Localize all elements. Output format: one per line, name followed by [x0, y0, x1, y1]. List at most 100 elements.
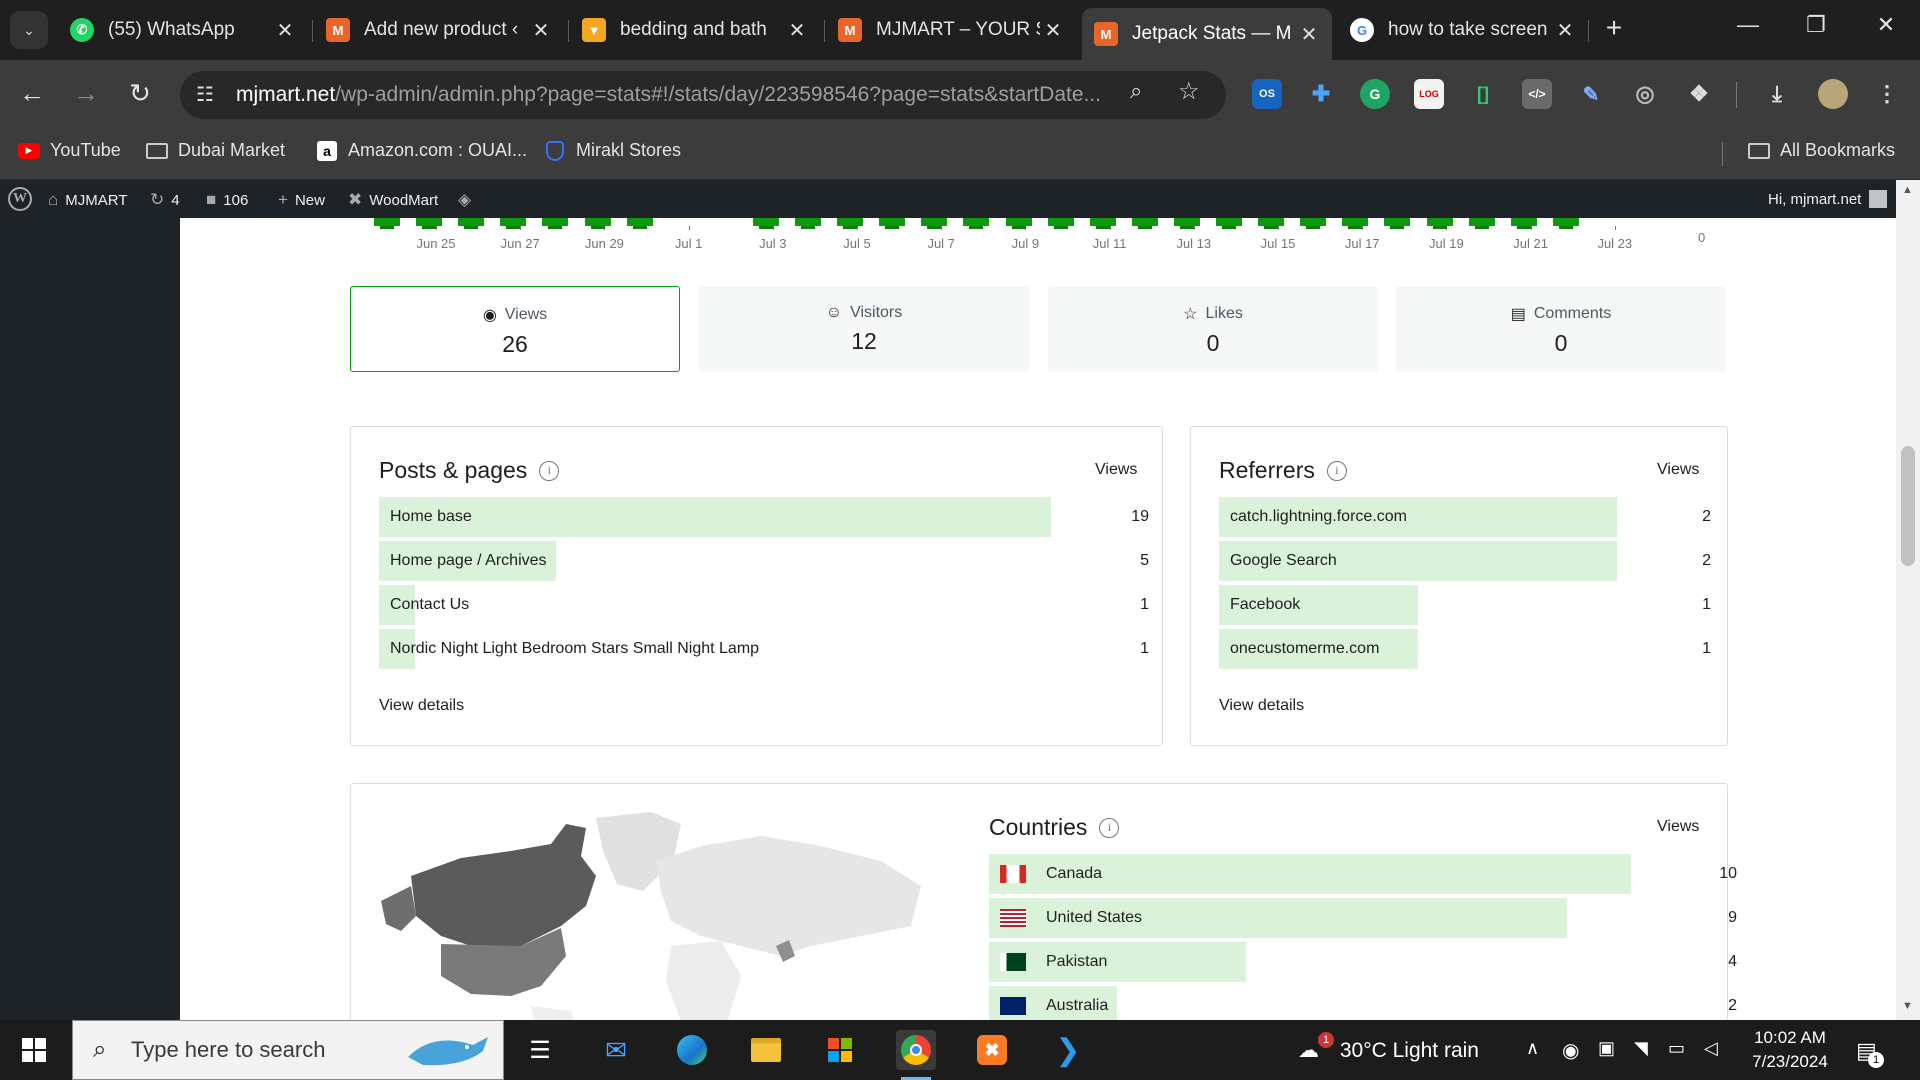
grammar-icon[interactable]: G	[1360, 79, 1390, 109]
chart-bar[interactable]	[458, 218, 485, 229]
chart-bar[interactable]	[1047, 218, 1074, 229]
list-item[interactable]: Google Search 2	[1219, 541, 1711, 581]
meet-now-icon[interactable]: ▣	[1598, 1038, 1615, 1059]
mail-icon[interactable]: ✉	[596, 1030, 636, 1070]
forward-icon[interactable]: →	[68, 78, 104, 109]
list-item[interactable]: Home base 19	[379, 497, 1149, 537]
admin-site-link[interactable]: ⌂ MJMART	[48, 190, 128, 210]
admin-new-link[interactable]: + New	[278, 190, 325, 210]
close-icon[interactable]: ✕	[784, 18, 810, 43]
record-icon[interactable]: ◉	[1562, 1038, 1579, 1063]
chart-bar[interactable]	[963, 218, 990, 229]
bookmark-amazon[interactable]: a Amazon.com : OUAI...	[316, 140, 527, 161]
chart-bar[interactable]	[1468, 218, 1495, 229]
tray-chevron-up-icon[interactable]: ∧	[1526, 1038, 1539, 1059]
chart-bar[interactable]	[626, 218, 653, 229]
extensions-icon[interactable]: ❖	[1684, 79, 1714, 109]
page-scrollbar[interactable]: ▲ ▼	[1896, 180, 1920, 1020]
info-icon[interactable]: i	[1099, 817, 1120, 838]
battery-icon[interactable]: ▭	[1668, 1038, 1685, 1059]
info-icon[interactable]: i	[539, 460, 560, 481]
chart-bar[interactable]	[921, 218, 948, 229]
windows-start-icon[interactable]	[22, 1038, 46, 1062]
stat-card-likes[interactable]: ☆ Likes 0	[1048, 286, 1378, 372]
login-icon[interactable]: LOG	[1414, 79, 1444, 109]
admin-woodmart-link[interactable]: ✖ WoodMart	[348, 190, 438, 210]
chart-bar[interactable]	[1216, 218, 1242, 229]
list-item[interactable]: Nordic Night Light Bedroom Stars Small N…	[379, 629, 1149, 669]
list-item[interactable]: Home page / Archives 5	[379, 541, 1149, 581]
chrome-icon[interactable]	[896, 1030, 936, 1070]
list-item[interactable]: Contact Us 1	[379, 585, 1149, 625]
os-addon-icon[interactable]: OS	[1252, 79, 1282, 109]
scroll-thumb[interactable]	[1901, 446, 1915, 566]
scroll-up-icon[interactable]: ▲	[1902, 184, 1913, 196]
referrers-view-details-link[interactable]: View details	[1219, 697, 1304, 715]
list-item[interactable]: catch.lightning.force.com 2	[1219, 497, 1711, 537]
list-item[interactable]: onecustomerme.com 1	[1219, 629, 1711, 669]
stat-card-visitors[interactable]: ☺ Visitors 12	[699, 286, 1029, 372]
admin-diamond-link[interactable]: ◈	[458, 190, 478, 210]
chart-bar[interactable]	[1552, 218, 1579, 229]
chart-bar[interactable]	[1510, 218, 1537, 229]
chart-bar[interactable]	[1089, 218, 1116, 229]
close-icon[interactable]: ✕	[528, 18, 554, 43]
stat-card-views[interactable]: ◉ Views 26	[350, 286, 680, 372]
bookmark-star-icon[interactable]: ☆	[1178, 77, 1200, 106]
list-item[interactable]: Pakistan 4	[989, 942, 1737, 982]
chart-bar[interactable]	[500, 218, 527, 229]
tab-add-new-product[interactable]: M Add new product ‹ ✕	[314, 8, 564, 52]
profile-avatar[interactable]	[1818, 79, 1848, 109]
microsoft-store-icon[interactable]	[820, 1030, 860, 1070]
chart-bar[interactable]	[1258, 218, 1285, 229]
puzzle-cross-icon[interactable]: ✚	[1306, 79, 1336, 109]
restore-icon[interactable]: ❐	[1796, 12, 1836, 38]
bookmark-youtube[interactable]: ▶ YouTube	[18, 140, 121, 161]
posts-view-details-link[interactable]: View details	[379, 697, 464, 715]
close-icon[interactable]: ✕	[1040, 18, 1066, 43]
chart-bar[interactable]	[752, 218, 779, 229]
list-item[interactable]: Australia 2	[989, 986, 1737, 1020]
tab-bedding-and-bath[interactable]: ▼ bedding and bath ✕	[570, 8, 820, 52]
back-icon[interactable]: ←	[14, 78, 50, 109]
globe-icon[interactable]: ◎	[1630, 79, 1660, 109]
xampp-icon[interactable]: ✖	[972, 1030, 1012, 1070]
reload-icon[interactable]: ↻	[122, 78, 158, 109]
bookmark-dubai-market[interactable]: Dubai Market	[146, 140, 285, 161]
address-bar[interactable]: mjmart.net/wp-admin/admin.php?page=stats…	[180, 71, 1226, 119]
chart-bar[interactable]	[1131, 218, 1158, 229]
chart-bar[interactable]	[542, 218, 569, 229]
list-item[interactable]: Facebook 1	[1219, 585, 1711, 625]
chart-bar[interactable]	[584, 218, 611, 229]
code-icon[interactable]: []	[1468, 79, 1498, 109]
chart-bar[interactable]	[1384, 218, 1411, 229]
chart-bar[interactable]	[1342, 218, 1369, 229]
stat-card-comments[interactable]: ▤ Comments 0	[1396, 286, 1726, 372]
tab-mjmart[interactable]: M MJMART – YOUR S ✕	[826, 8, 1076, 52]
color-picker-icon[interactable]: ✎	[1576, 79, 1606, 109]
all-bookmarks-button[interactable]: All Bookmarks	[1748, 140, 1895, 161]
list-item[interactable]: United States 9	[989, 898, 1737, 938]
chart-bar[interactable]	[837, 218, 864, 229]
new-tab-button[interactable]: +	[1596, 12, 1632, 44]
task-view-icon[interactable]: ☰	[520, 1030, 560, 1070]
chart-bar[interactable]	[879, 218, 906, 229]
close-icon[interactable]: ✕	[272, 18, 298, 43]
scroll-down-icon[interactable]: ▼	[1902, 1000, 1913, 1012]
chart-bar[interactable]	[1005, 218, 1032, 229]
admin-comments-link[interactable]: ■ 106	[206, 190, 248, 210]
download-icon[interactable]: ⤓	[1762, 79, 1792, 109]
volume-icon[interactable]: ◁	[1704, 1038, 1718, 1059]
tab-jetpack-stats[interactable]: M Jetpack Stats — M ✕	[1082, 8, 1332, 60]
wordpress-logo-icon[interactable]: W	[8, 187, 32, 211]
wifi-icon[interactable]: ◥	[1634, 1038, 1648, 1059]
tab-whatsapp[interactable]: ✆ (55) WhatsApp ✕	[58, 8, 308, 52]
chart-bar[interactable]	[1426, 218, 1453, 229]
taskbar-clock[interactable]: 10:02 AM 7/23/2024	[1740, 1026, 1840, 1074]
close-window-icon[interactable]: ✕	[1866, 12, 1906, 38]
notifications-icon[interactable]: ▤ 1	[1856, 1038, 1884, 1068]
taskbar-search-box[interactable]: ⌕ Type here to search	[72, 1020, 504, 1080]
site-settings-icon[interactable]: ☷	[196, 82, 214, 107]
zoom-search-icon[interactable]: ⌕	[1130, 78, 1142, 104]
bookmark-mirakl[interactable]: Mirakl Stores	[544, 140, 681, 161]
